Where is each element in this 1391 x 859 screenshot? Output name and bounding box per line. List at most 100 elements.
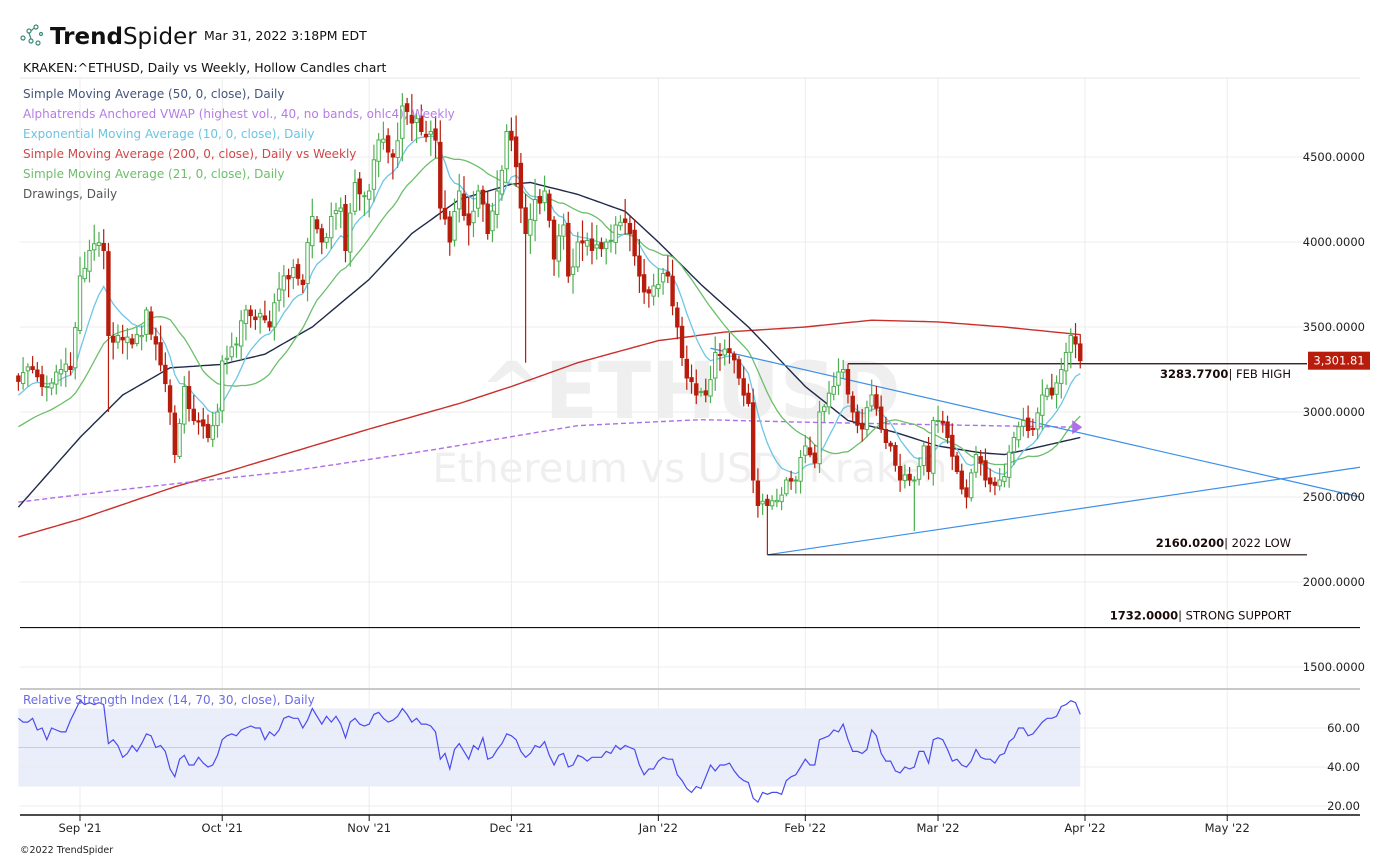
candle-body [1030, 427, 1036, 430]
candle-up [656, 268, 661, 298]
candle-body [1068, 335, 1073, 353]
candle-up [556, 223, 561, 278]
candle-up [1044, 384, 1050, 401]
candle-body [907, 473, 912, 481]
candle-body [570, 266, 576, 275]
candle-body [44, 386, 50, 388]
candle-down [466, 197, 471, 246]
level-text: | FEB HIGH [1228, 367, 1291, 381]
candle-down [390, 149, 396, 180]
price-axis[interactable]: 4500.0000 4000.0000 3500.0000 3000.0000 2500… [1303, 150, 1365, 674]
candle-down [978, 449, 983, 476]
candle-up [1002, 463, 1007, 488]
candle-body [77, 275, 83, 331]
candle-body [125, 336, 130, 344]
candle-body [215, 411, 220, 427]
candle-body [883, 429, 889, 443]
candle-down [954, 451, 960, 475]
candle-down [622, 199, 628, 235]
candle-body [689, 377, 694, 383]
candle-body [518, 162, 524, 209]
candle-body [912, 479, 917, 482]
candle-down [110, 322, 116, 360]
candle-body [58, 369, 64, 375]
legend-item[interactable]: Drawings, Daily [23, 187, 117, 201]
candle-body [878, 406, 884, 430]
candle-body [547, 193, 552, 221]
candle-body [395, 140, 400, 159]
candle-down [286, 268, 291, 298]
candle-up [25, 363, 31, 387]
candle-down [750, 388, 756, 494]
candle-body [822, 406, 827, 412]
candle-body [509, 130, 514, 141]
date-tick-label: Oct '21 [202, 821, 243, 835]
candle-body [1078, 343, 1083, 362]
candle-down [442, 190, 448, 225]
candle-body [817, 411, 822, 465]
candle-body [499, 169, 505, 195]
price-tick-label: 2000.0000 [1303, 575, 1365, 589]
candle-down [433, 116, 438, 159]
candle-down [987, 468, 993, 493]
price-annotations: 3283.7700| FEB HIGH 2160.0200| 2022 LOW 17… [1110, 367, 1292, 623]
candle-body [774, 499, 780, 503]
candle-up [58, 359, 64, 387]
candle-body [897, 465, 903, 481]
candle-down [319, 223, 324, 255]
candle-body [713, 352, 718, 379]
level-annotation: 2160.0200| 2022 LOW [1156, 536, 1291, 550]
candle-body [148, 311, 154, 335]
candle-body [248, 309, 253, 317]
trendspider-logo: TrendSpider [20, 24, 197, 50]
legend-item[interactable]: Simple Moving Average (50, 0, close), Da… [23, 87, 284, 101]
candle-body [201, 419, 206, 427]
candle-down [632, 219, 637, 266]
candle-up [817, 400, 822, 473]
legend-item[interactable]: Alphatrends Anchored VWAP (highest vol.,… [23, 107, 455, 121]
candle-down [106, 242, 111, 412]
candle-body [532, 199, 538, 222]
candle-up [570, 248, 576, 294]
candle-down [101, 229, 106, 270]
candle-body [964, 487, 969, 498]
price-tick-label: 4500.0000 [1303, 150, 1365, 164]
candle-down [186, 370, 192, 422]
candle-body [646, 289, 652, 294]
trading-chart[interactable]: TrendSpider Mar 31, 2022 3:18PM EDT KRAK… [0, 0, 1391, 859]
candle-up [324, 232, 329, 249]
legend-item[interactable]: Simple Moving Average (200, 0, close), D… [23, 147, 356, 161]
candle-body [556, 235, 561, 262]
candle-body [158, 342, 163, 366]
candle-body [679, 325, 685, 359]
candle-body [731, 353, 737, 361]
candle-body [205, 423, 211, 439]
candle-body [110, 335, 116, 343]
candle-down [983, 448, 988, 488]
candle-body [186, 386, 192, 409]
legend-item[interactable]: Exponential Moving Average (10, 0, close… [23, 127, 314, 141]
candle-body [812, 452, 817, 464]
candle-body [352, 182, 358, 212]
candle-up [1063, 342, 1069, 385]
candle-body [675, 307, 680, 328]
level-value: 1732.0000 [1110, 609, 1178, 623]
rsi-pane: 60.00 40.00 20.00 [18, 699, 1360, 813]
date-axis[interactable]: Sep '21 Oct '21 Nov '21 Dec '21 Jan '22 Feb '… [58, 815, 1250, 835]
candle-body [272, 302, 277, 328]
candle-body [997, 479, 1002, 487]
candle-body [788, 478, 794, 482]
date-tick-label: Apr '22 [1064, 821, 1105, 835]
candle-up [1054, 375, 1059, 409]
legend-item[interactable]: Simple Moving Average (21, 0, close), Da… [23, 167, 284, 181]
candle-up [139, 325, 144, 351]
candle-body [978, 456, 983, 464]
candle-up [1040, 379, 1045, 430]
candle-down [262, 300, 268, 324]
candle-body [229, 346, 234, 358]
candle-body [234, 343, 239, 346]
candle-body [566, 222, 571, 277]
candle-body [310, 216, 315, 247]
candle-up [381, 121, 386, 150]
candle-body [637, 255, 642, 277]
